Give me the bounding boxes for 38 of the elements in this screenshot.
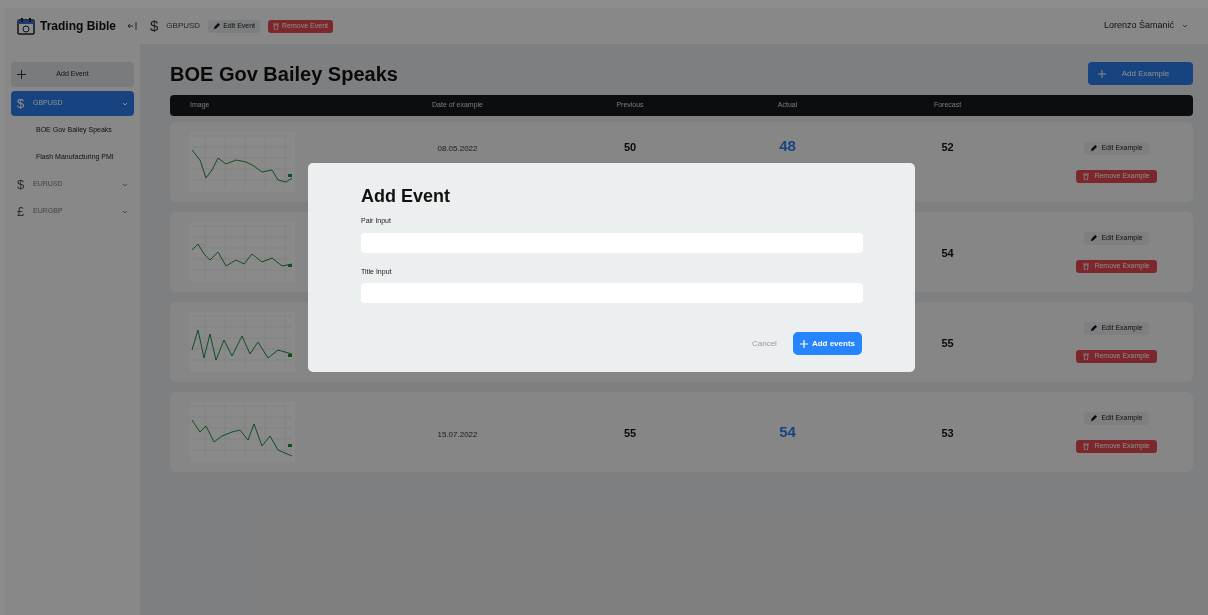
add-events-button[interactable]: Add events — [792, 332, 862, 355]
plus-icon — [1098, 69, 1106, 78]
pencil-icon — [1090, 234, 1098, 242]
previous-value: 50 — [623, 141, 637, 153]
previous-value: 55 — [623, 427, 637, 439]
trash-icon — [273, 22, 280, 30]
plus-icon — [799, 339, 808, 348]
date-cell: 15.07.2022 — [437, 430, 478, 439]
calendar-icon — [17, 17, 35, 35]
chevron-down-icon[interactable] — [1182, 24, 1188, 28]
pencil-icon — [1090, 324, 1098, 332]
pencil-icon — [1090, 144, 1098, 152]
dialog-title: Add Event — [361, 185, 451, 207]
chevron-down-icon — [122, 209, 128, 214]
actual-value: 54 — [779, 423, 796, 440]
trash-icon — [1083, 352, 1090, 360]
actual-value: 48 — [779, 137, 796, 154]
pair-label: GBPUSD — [166, 20, 201, 32]
forecast-value: 55 — [941, 337, 954, 349]
forecast-value: 54 — [941, 247, 954, 259]
forecast-value: 52 — [941, 141, 954, 153]
user-name[interactable]: Lorenzo Šamanić — [1103, 19, 1174, 33]
plus-icon — [17, 70, 26, 79]
trash-icon — [1083, 442, 1090, 450]
pencil-icon — [1090, 414, 1098, 422]
add-example-button[interactable]: Add Example — [1088, 62, 1193, 85]
dollar-symbol: $ — [150, 15, 159, 36]
trash-icon — [1083, 172, 1090, 180]
trash-icon — [1083, 262, 1090, 270]
chevron-down-icon — [122, 182, 128, 187]
chevron-down-icon — [122, 101, 128, 106]
forecast-value: 53 — [941, 427, 954, 439]
app-name: Trading Bible — [40, 18, 116, 35]
date-cell: 08.05.2022 — [437, 144, 478, 153]
cancel-button[interactable]: Cancel — [751, 337, 777, 350]
page-title: BOE Gov Bailey Speaks — [170, 61, 398, 87]
pencil-icon — [213, 22, 221, 30]
collapse-icon[interactable] — [127, 21, 137, 31]
